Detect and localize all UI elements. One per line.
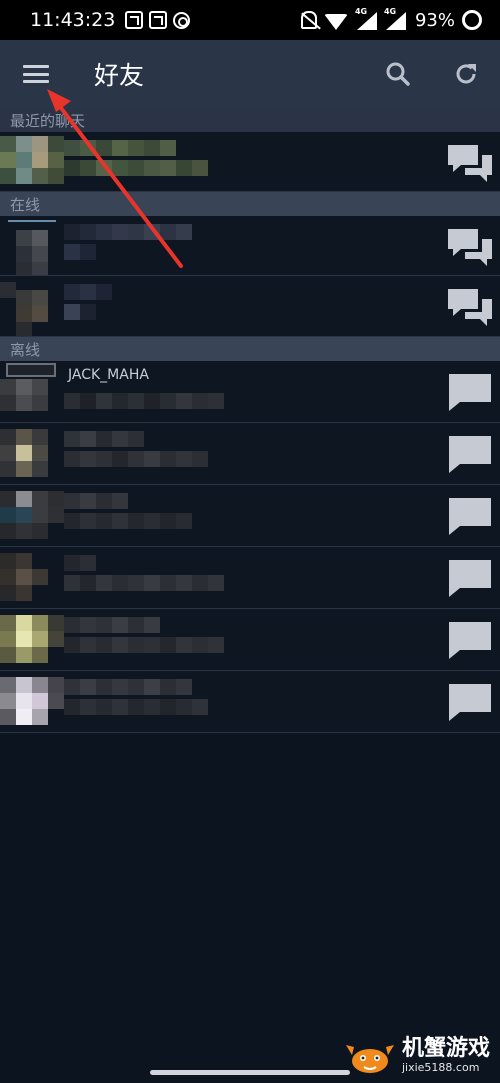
friend-name: [64, 431, 144, 447]
avatar: [0, 609, 64, 670]
friend-name: [64, 555, 96, 571]
chat-button[interactable]: [445, 431, 495, 477]
friend-status: [64, 513, 192, 529]
app-header: 好友: [0, 40, 500, 108]
chat-button[interactable]: [445, 617, 495, 663]
refresh-button[interactable]: [432, 40, 500, 108]
status-bar: 11:43:23 4G 4G 93%: [0, 0, 500, 40]
friend-name: [64, 140, 176, 156]
friend-name: [64, 284, 112, 300]
status-right-icons: 4G 4G 93%: [300, 7, 482, 31]
friend-status: [64, 699, 208, 715]
status-notification-icons: [125, 11, 191, 29]
chat-bubbles-icon: [448, 289, 492, 326]
chat-button[interactable]: [445, 224, 495, 270]
chat-bubbles-icon: [448, 145, 492, 182]
watermark-url: jixie5188.com: [401, 1060, 480, 1074]
friend-status: [64, 160, 208, 176]
chat-bubble-icon: [449, 436, 491, 473]
watermark-title: 机蟹游戏: [401, 1035, 490, 1061]
app-notification-icon: [125, 11, 144, 29]
friend-name: [64, 679, 192, 695]
friend-row[interactable]: [0, 609, 500, 671]
status-time: 11:43:23: [30, 9, 116, 31]
section-header-online: 在线: [0, 192, 500, 216]
friend-row[interactable]: [0, 547, 500, 609]
friend-status: [64, 393, 224, 409]
friend-row[interactable]: [0, 423, 500, 485]
chat-bubble-icon: [449, 498, 491, 535]
search-icon: [386, 62, 410, 86]
page-title: 好友: [94, 61, 145, 90]
watermark-text: 机蟹游戏 jixie5188.com: [401, 1035, 490, 1074]
crab-logo-icon: [345, 1045, 394, 1073]
signal-icon: 4G: [355, 7, 377, 30]
refresh-icon: [456, 64, 476, 84]
header-actions: [364, 40, 500, 108]
battery-percent: 93%: [414, 9, 455, 31]
friend-status: [64, 451, 208, 467]
friend-status: [64, 575, 224, 591]
chat-bubble-icon: [449, 622, 491, 659]
chat-button[interactable]: [445, 140, 495, 186]
avatar: [0, 216, 64, 275]
avatar: [0, 547, 64, 608]
friend-status: [64, 637, 224, 653]
avatar: [0, 671, 64, 732]
sync-icon: [173, 11, 191, 29]
friend-name: [64, 224, 192, 240]
friend-row[interactable]: [0, 671, 500, 733]
hamburger-menu-icon: [23, 65, 49, 83]
chat-button[interactable]: [445, 679, 495, 725]
section-header-offline: 离线: [0, 337, 500, 361]
chat-button[interactable]: [445, 369, 495, 415]
chat-button[interactable]: [445, 284, 495, 330]
chat-bubble-icon: [449, 374, 491, 411]
friend-row[interactable]: [0, 216, 500, 276]
chat-bubble-icon: [449, 684, 491, 721]
section-header-recent: 最近的聊天: [0, 108, 500, 132]
chat-button[interactable]: [445, 493, 495, 539]
friend-status: [64, 304, 96, 320]
friend-row[interactable]: JACK_MAHA: [0, 361, 500, 423]
avatar: [0, 485, 64, 546]
friend-name: JACK_MAHA: [68, 367, 149, 383]
friends-list: 最近的聊天 在线 离线 JACK_MAHA: [0, 108, 500, 733]
friend-name: [64, 617, 160, 633]
mute-bell-icon: [300, 11, 317, 29]
chat-bubble-icon: [449, 560, 491, 597]
watermark: 机蟹游戏 jixie5188.com: [344, 1035, 490, 1075]
signal-icon: 4G: [384, 7, 406, 30]
gesture-bar[interactable]: [150, 1070, 350, 1075]
wifi-icon: [323, 14, 348, 30]
avatar: [0, 276, 64, 336]
friend-row[interactable]: [0, 276, 500, 337]
menu-button[interactable]: [0, 40, 72, 108]
friend-row[interactable]: [0, 132, 500, 192]
avatar: [0, 132, 64, 191]
friend-name: [64, 493, 128, 509]
friend-row[interactable]: [0, 485, 500, 547]
search-button[interactable]: [364, 40, 432, 108]
chat-bubbles-icon: [448, 229, 492, 266]
avatar: [0, 361, 64, 422]
battery-icon: [462, 10, 482, 30]
avatar: [0, 423, 64, 484]
chat-button[interactable]: [445, 555, 495, 601]
app-notification-icon: [149, 11, 168, 29]
friend-status: [64, 244, 96, 260]
